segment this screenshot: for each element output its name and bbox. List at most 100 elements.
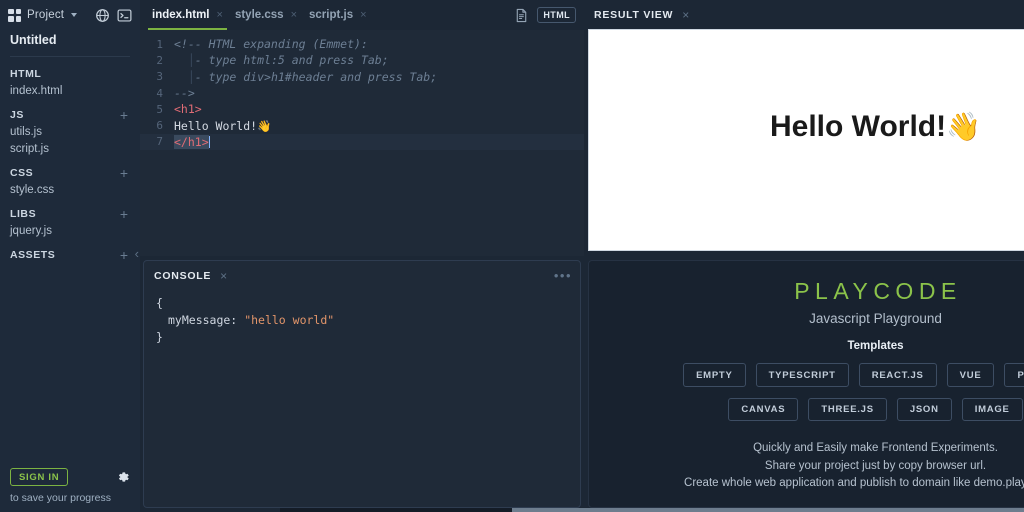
- close-icon[interactable]: ×: [360, 9, 366, 21]
- code-line-active: 7 </h1>: [140, 133, 584, 151]
- template-typescript-button[interactable]: TYPESCRIPT: [755, 363, 849, 387]
- template-canvas-button[interactable]: CANVAS: [728, 397, 799, 421]
- template-empty-button[interactable]: EMPTY: [683, 363, 746, 387]
- sidebar-divider: [10, 56, 130, 57]
- tab-script-js[interactable]: script.js ×: [303, 0, 373, 30]
- code-line: 6 Hello World!👋: [140, 117, 584, 133]
- sidebar-toolbar-icons: [95, 8, 132, 23]
- close-icon[interactable]: ×: [682, 9, 689, 21]
- line-content: <h1>: [174, 102, 202, 117]
- templates-row-1: EMPTY TYPESCRIPT REACT.JS VUE PIXI.JS: [589, 352, 1024, 387]
- close-icon[interactable]: ×: [217, 9, 223, 21]
- close-icon[interactable]: ×: [220, 270, 227, 282]
- horizontal-scrollbar[interactable]: [280, 508, 1024, 512]
- tab-index-html[interactable]: index.html ×: [146, 0, 229, 30]
- file-group-label: LIBS: [10, 207, 37, 220]
- file-item-script-js[interactable]: script.js: [0, 140, 140, 157]
- main-area: index.html × style.css × script.js × HTM…: [140, 0, 1024, 512]
- indent-guide: [174, 53, 188, 67]
- waving-hand-icon: 👋: [946, 110, 981, 142]
- line-content: - type div>h1#header and press Tab;: [194, 69, 438, 84]
- code-editor[interactable]: 1 <!-- HTML expanding (Emmet): 2 │ - type…: [140, 30, 584, 256]
- result-preview-frame[interactable]: Hello World!👋: [588, 29, 1024, 251]
- add-lib-button[interactable]: +: [120, 207, 128, 221]
- scrollbar-thumb[interactable]: [280, 508, 512, 512]
- info-box: PLAYCODE Javascript Playground Templates…: [588, 260, 1024, 508]
- scrollbar-track[interactable]: [512, 508, 1024, 512]
- tab-style-css[interactable]: style.css ×: [229, 0, 303, 30]
- project-menu-label[interactable]: Project: [27, 9, 64, 21]
- template-json-button[interactable]: JSON: [896, 397, 952, 421]
- info-pane: INFO × PLAYCODE Javascript Playground Te…: [584, 256, 1024, 512]
- info-blurb: Quickly and Easily make Frontend Experim…: [589, 421, 1024, 493]
- indent-guide-bar: │: [187, 69, 195, 84]
- globe-share-icon[interactable]: [95, 8, 110, 23]
- add-asset-button[interactable]: +: [120, 248, 128, 262]
- info-blurb-line: Quickly and Easily make Frontend Experim…: [753, 442, 998, 454]
- file-group-label: CSS: [10, 166, 34, 179]
- file-item-style-css[interactable]: style.css: [0, 181, 140, 198]
- templates-heading: Templates: [847, 340, 904, 352]
- code-line: 4 -->: [140, 85, 584, 101]
- more-options-icon[interactable]: •••: [554, 269, 572, 282]
- file-item-index-html[interactable]: index.html: [0, 82, 140, 99]
- terminal-icon[interactable]: [117, 8, 132, 23]
- console-line: }: [156, 330, 163, 344]
- file-item-jquery-js[interactable]: jquery.js: [0, 222, 140, 239]
- file-group-libs: LIBS +: [0, 205, 140, 222]
- template-image-button[interactable]: IMAGE: [961, 397, 1023, 421]
- add-css-file-button[interactable]: +: [120, 166, 128, 180]
- editor-pane: index.html × style.css × script.js × HTM…: [140, 0, 584, 256]
- templates-row-2: CANVAS THREE.JS JSON IMAGE: [589, 387, 1024, 421]
- console-box: CONSOLE × ••• { myMessage: "hello world"…: [143, 260, 581, 508]
- template-vue-button[interactable]: VUE: [946, 363, 995, 387]
- editor-tabbar-actions: HTML: [514, 6, 584, 24]
- file-group-label: ASSETS: [10, 248, 56, 261]
- file-group-label: JS: [10, 108, 24, 121]
- gear-icon[interactable]: [116, 470, 130, 484]
- document-icon[interactable]: [514, 8, 529, 23]
- line-number: 1: [156, 37, 163, 51]
- line-content-selected: </h1>: [174, 134, 209, 149]
- tab-label: style.css: [234, 9, 284, 21]
- indent-guide-bar: │: [187, 53, 195, 68]
- preview-heading-text: Hello World!: [770, 109, 947, 143]
- editor-tabbar: index.html × style.css × script.js × HTM…: [140, 0, 584, 30]
- template-threejs-button[interactable]: THREE.JS: [808, 397, 887, 421]
- file-group-assets: ASSETS +: [0, 246, 140, 263]
- preview-heading: Hello World!👋: [589, 110, 1024, 144]
- result-view-pane: RESULT VIEW × LIVE ••• Hello World!👋: [584, 0, 1024, 256]
- close-icon[interactable]: ×: [291, 9, 297, 21]
- template-pixijs-button[interactable]: PIXI.JS: [1004, 363, 1024, 387]
- code-line: 2 │ - type html:5 and press Tab;: [140, 52, 584, 68]
- console-output: { myMessage: "hello world" }: [144, 291, 580, 346]
- console-header: CONSOLE × •••: [144, 261, 580, 291]
- line-number: 7: [156, 135, 163, 149]
- info-blurb-line: Create whole web application and publish…: [684, 477, 1024, 489]
- line-content: Hello World!👋: [174, 118, 272, 133]
- sidebar-collapse-icon[interactable]: ‹: [135, 247, 139, 260]
- sign-in-button[interactable]: SIGN IN: [10, 467, 69, 486]
- tab-label: script.js: [309, 9, 354, 21]
- language-badge[interactable]: HTML: [537, 6, 576, 24]
- code-line: 1 <!-- HTML expanding (Emmet):: [140, 36, 584, 52]
- file-group-label: HTML: [10, 67, 42, 80]
- line-number: 4: [156, 86, 163, 100]
- console-pane: CONSOLE × ••• { myMessage: "hello world"…: [140, 256, 584, 508]
- template-reactjs-button[interactable]: REACT.JS: [858, 363, 937, 387]
- sidebar-footer: SIGN IN to save your progress: [0, 467, 140, 512]
- chevron-down-icon[interactable]: [71, 13, 78, 17]
- info-blurb-line: Share your project just by copy browser …: [764, 459, 987, 472]
- sidebar-toolbar: Project: [0, 0, 140, 30]
- file-item-utils-js[interactable]: utils.js: [0, 123, 140, 140]
- line-content: <!-- HTML expanding (Emmet):: [174, 37, 368, 52]
- line-number: 3: [156, 70, 163, 84]
- playcode-tagline: Javascript Playground: [809, 311, 942, 326]
- add-js-file-button[interactable]: +: [120, 108, 128, 122]
- result-view-header: RESULT VIEW × LIVE •••: [584, 0, 1024, 30]
- tab-label: index.html: [152, 9, 210, 21]
- code-lines: 1 <!-- HTML expanding (Emmet): 2 │ - type…: [140, 30, 584, 151]
- file-group-js: JS +: [0, 106, 140, 123]
- code-line: 3 │ - type div>h1#header and press Tab;: [140, 69, 584, 85]
- grid-icon[interactable]: [8, 8, 21, 22]
